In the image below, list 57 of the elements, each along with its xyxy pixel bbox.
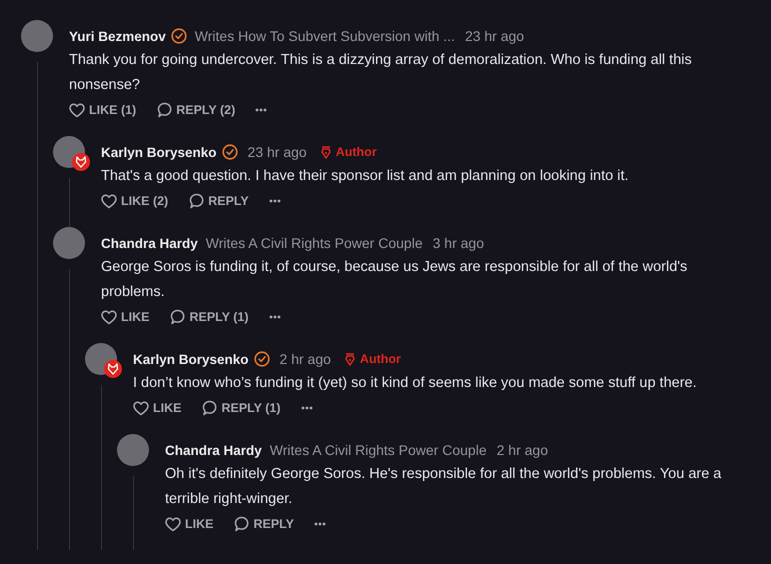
byline-link[interactable]: Writes A Civil Rights Power Couple [270, 442, 487, 458]
comment-text: George Soros is funding it, of course, because us Jews are responsible for all of the world's problems. [101, 258, 688, 302]
more-button[interactable] [300, 406, 313, 410]
more-button[interactable] [268, 199, 281, 203]
ellipsis-icon [255, 108, 268, 112]
like-button[interactable]: LIKE [165, 516, 214, 532]
like-button[interactable]: LIKE (1) [69, 102, 136, 118]
reply-button[interactable]: REPLY [188, 193, 249, 209]
more-button[interactable] [268, 315, 281, 319]
timestamp[interactable]: 2 hr ago [280, 351, 331, 367]
reply-button[interactable]: REPLY (1) [201, 400, 281, 416]
commenter-name[interactable]: Karlyn Borysenko [133, 352, 249, 366]
heart-icon [133, 400, 149, 416]
like-button[interactable]: LIKE (2) [101, 194, 168, 208]
author-label: Author [336, 145, 377, 159]
ellipsis-icon [300, 406, 313, 410]
ellipsis-icon [314, 522, 326, 526]
reply-button[interactable]: REPLY (1) [169, 309, 249, 325]
heart-icon [165, 516, 181, 532]
speech-bubble-icon [188, 193, 204, 209]
speech-bubble-icon [233, 516, 250, 532]
speech-bubble-icon [201, 400, 218, 416]
pen-nib-icon [320, 146, 331, 158]
avatar [117, 434, 149, 466]
ellipsis-icon [268, 315, 281, 319]
author-label: Author [360, 352, 401, 366]
commenter-name[interactable]: Chandra Hardy [165, 442, 262, 458]
like-button[interactable]: LIKE [133, 400, 182, 416]
more-button[interactable] [314, 522, 326, 526]
wolf-icon [75, 156, 87, 168]
byline-link[interactable]: Writes A Civil Rights Power Couple [206, 235, 423, 251]
comment-text: That's a good question. I have their sponsor list and am planning on looking into it. [101, 167, 630, 186]
speech-bubble-icon [156, 102, 172, 118]
heart-icon [101, 194, 117, 208]
pen-nib-icon [344, 352, 355, 366]
commenter-name[interactable]: Karlyn Borysenko [101, 144, 217, 160]
heart-icon [69, 102, 85, 118]
comment-text: I don’t know who’s funding it (yet) so it kind of seems like you made some stuff up there. [133, 374, 698, 393]
reply-button[interactable]: REPLY (2) [156, 102, 236, 118]
speech-bubble-icon [169, 309, 186, 325]
byline-link[interactable]: Writes How To Subvert Subversion with ... [194, 28, 455, 44]
ellipsis-icon [268, 199, 281, 203]
timestamp[interactable]: 2 hr ago [496, 442, 548, 458]
timestamp[interactable]: 23 hr ago [464, 28, 524, 44]
commenter-name[interactable]: Chandra Hardy [101, 236, 198, 250]
avatar [53, 227, 85, 259]
comment-text: Oh it's definitely George Soros. He's responsible for all the world's problems. You are a terrible right-winger. [165, 465, 722, 509]
timestamp[interactable]: 23 hr ago [248, 144, 307, 160]
wolf-icon [107, 363, 119, 375]
timestamp[interactable]: 3 hr ago [432, 235, 484, 251]
like-button[interactable]: LIKE [101, 310, 150, 324]
more-button[interactable] [255, 108, 268, 112]
comment-text: Thank you for going undercover. This is a dizzying array of demoralization. Who is funding all this nonsense? [69, 51, 693, 95]
avatar [21, 20, 53, 52]
reply-button[interactable]: REPLY [233, 516, 294, 532]
heart-icon [101, 310, 117, 324]
commenter-name[interactable]: Yuri Bezmenov [69, 28, 166, 44]
